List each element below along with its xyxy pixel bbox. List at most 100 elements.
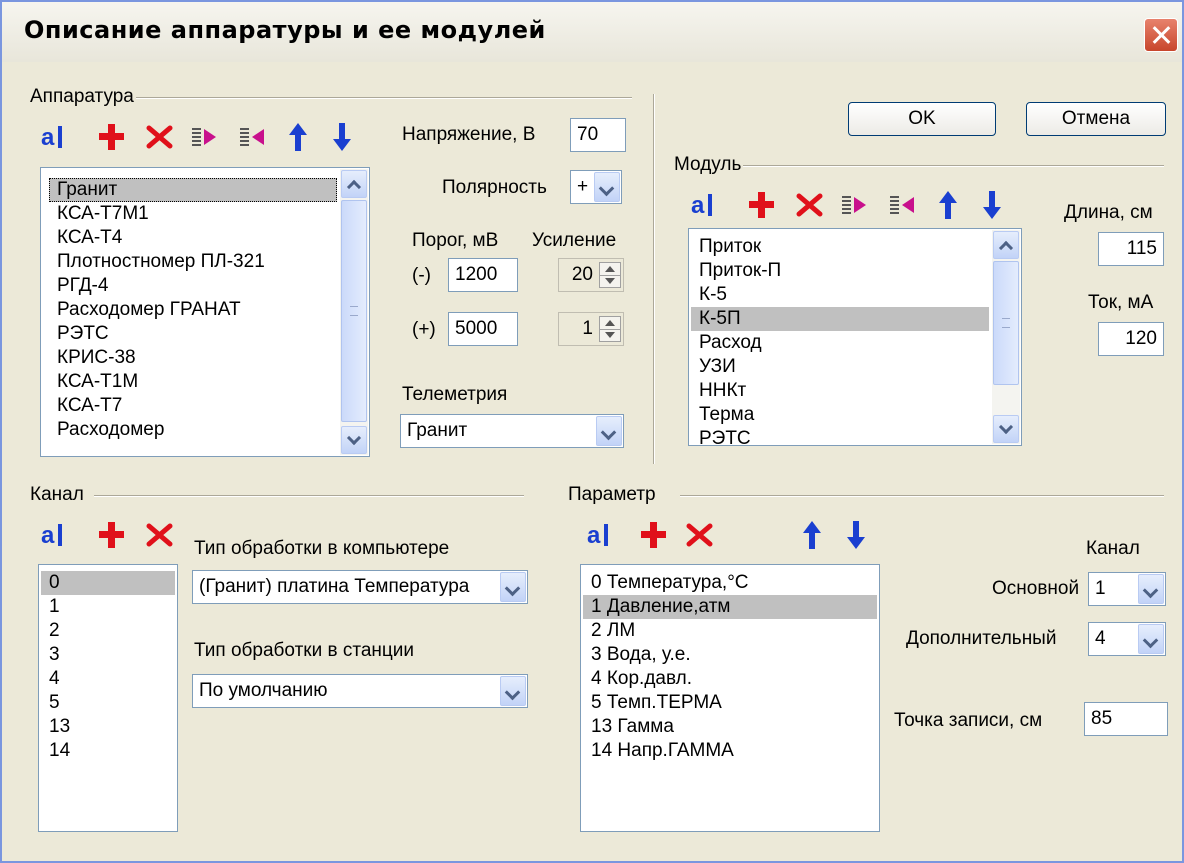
apparatus-group-label: Аппаратура (30, 86, 136, 108)
apparatus-list-item[interactable]: РГД-4 (49, 274, 337, 298)
module-list-item[interactable]: УЗИ (691, 355, 989, 379)
channel-list-item[interactable]: 14 (41, 739, 175, 763)
module-move-down-icon[interactable] (974, 188, 1010, 222)
module-export-icon[interactable] (884, 188, 920, 222)
apparatus-list-item[interactable]: КСА-Т1М (49, 370, 337, 394)
apparatus-import-icon[interactable] (186, 120, 222, 154)
module-list-item[interactable]: Приток-П (691, 259, 989, 283)
apparatus-add-icon[interactable] (94, 120, 130, 154)
module-list-scrollbar[interactable] (992, 230, 1020, 444)
apparatus-list-item[interactable]: КСА-Т7 (49, 394, 337, 418)
module-list-item[interactable]: Расход (691, 331, 989, 355)
apparatus-list-item[interactable]: Расходомер ГРАНАТ (49, 298, 337, 322)
scroll-up-icon[interactable] (993, 231, 1019, 259)
station-processing-select[interactable]: По умолчанию (192, 674, 528, 708)
gain-minus-spinner[interactable]: 20 (558, 258, 624, 292)
ok-button[interactable]: OK (848, 102, 996, 136)
channel-list-item[interactable]: 13 (41, 715, 175, 739)
length-input[interactable]: 115 (1098, 232, 1164, 266)
gain-plus-value: 1 (582, 318, 593, 339)
module-add-icon[interactable] (744, 188, 780, 222)
scroll-up-icon[interactable] (341, 170, 367, 198)
parameter-rename-icon[interactable]: a (584, 518, 620, 552)
channel-list[interactable]: 0 1 2 3 4 5 13 14 (38, 564, 178, 832)
polarity-select[interactable]: + (570, 170, 622, 204)
scroll-down-icon[interactable] (341, 426, 367, 454)
parameter-list-item[interactable]: 2 ЛМ (583, 619, 877, 643)
module-list-item[interactable]: К-5П (691, 307, 989, 331)
pc-processing-value: (Гранит) платина Температура (199, 576, 470, 597)
chevron-down-icon[interactable] (596, 416, 622, 446)
scroll-down-icon[interactable] (993, 415, 1019, 443)
channel-list-item[interactable]: 5 (41, 691, 175, 715)
record-point-input[interactable]: 85 (1084, 702, 1168, 736)
threshold-plus-input[interactable]: 5000 (448, 312, 518, 346)
scroll-thumb[interactable] (993, 261, 1019, 385)
parameter-add-icon[interactable] (636, 518, 672, 552)
apparatus-rename-icon[interactable]: a (38, 120, 74, 154)
parameter-list-item[interactable]: 5 Темп.ТЕРМА (583, 691, 877, 715)
parameter-list-item[interactable]: 14 Напр.ГАММА (583, 739, 877, 763)
channel-list-item[interactable]: 1 (41, 595, 175, 619)
channel-list-item[interactable]: 0 (41, 571, 175, 595)
apparatus-list[interactable]: Гранит КСА-Т7М1 КСА-Т4 Плотностномер ПЛ-… (40, 167, 370, 457)
parameter-list-item[interactable]: 3 Вода, у.е. (583, 643, 877, 667)
channel-list-item[interactable]: 3 (41, 643, 175, 667)
parameter-list-item[interactable]: 0 Температура,°С (583, 571, 877, 595)
chevron-down-icon[interactable] (500, 572, 526, 602)
apparatus-delete-icon[interactable] (142, 120, 178, 154)
module-list-item[interactable]: Терма (691, 403, 989, 427)
apparatus-list-item[interactable]: КСА-Т7М1 (49, 202, 337, 226)
parameter-list-item[interactable]: 1 Давление,атм (583, 595, 877, 619)
parameter-list-item[interactable]: 13 Гамма (583, 715, 877, 739)
channel-list-item[interactable]: 2 (41, 619, 175, 643)
spin-arrows-icon[interactable] (599, 316, 621, 342)
chevron-down-icon[interactable] (500, 676, 526, 706)
module-import-icon[interactable] (836, 188, 872, 222)
module-list-item[interactable]: Приток (691, 235, 989, 259)
parameter-move-up-icon[interactable] (794, 518, 830, 552)
apparatus-list-item[interactable]: КРИС-38 (49, 346, 337, 370)
voltage-input[interactable]: 70 (570, 118, 626, 152)
parameter-delete-icon[interactable] (682, 518, 718, 552)
apparatus-list-item[interactable]: Гранит (49, 178, 337, 202)
threshold-minus-input[interactable]: 1200 (448, 258, 518, 292)
module-move-up-icon[interactable] (930, 188, 966, 222)
apparatus-list-item[interactable]: Плотностномер ПЛ-321 (49, 250, 337, 274)
scroll-thumb[interactable] (341, 200, 367, 422)
module-rename-icon[interactable]: a (688, 188, 724, 222)
parameter-list[interactable]: 0 Температура,°С 1 Давление,атм 2 ЛМ 3 В… (580, 564, 880, 832)
apparatus-list-scrollbar[interactable] (340, 169, 368, 455)
module-list[interactable]: Приток Приток-П К-5 К-5П Расход УЗИ ННКт… (688, 228, 1022, 446)
apparatus-list-item[interactable]: Расходомер (49, 418, 337, 442)
channel-add-icon[interactable] (94, 518, 130, 552)
spin-arrows-icon[interactable] (599, 262, 621, 288)
module-list-item[interactable]: К-5 (691, 283, 989, 307)
channel-rename-icon[interactable]: a (38, 518, 74, 552)
apparatus-export-icon[interactable] (234, 120, 270, 154)
parameter-move-down-icon[interactable] (838, 518, 874, 552)
pc-processing-select[interactable]: (Гранит) платина Температура (192, 570, 528, 604)
extra-channel-select[interactable]: 4 (1088, 622, 1166, 656)
chevron-down-icon[interactable] (1138, 624, 1164, 654)
gain-plus-spinner[interactable]: 1 (558, 312, 624, 346)
cancel-button[interactable]: Отмена (1026, 102, 1166, 136)
telemetry-select[interactable]: Гранит (400, 414, 624, 448)
close-button[interactable] (1144, 18, 1178, 52)
apparatus-list-item[interactable]: КСА-Т4 (49, 226, 337, 250)
main-channel-select[interactable]: 1 (1088, 572, 1166, 606)
chevron-down-icon[interactable] (594, 172, 620, 202)
module-list-item[interactable]: ННКт (691, 379, 989, 403)
channel-list-item[interactable]: 4 (41, 667, 175, 691)
apparatus-list-item[interactable]: РЭТС (49, 322, 337, 346)
chevron-down-icon[interactable] (1138, 574, 1164, 604)
apparatus-move-up-icon[interactable] (280, 120, 316, 154)
module-list-item[interactable]: РЭТС (691, 427, 989, 445)
apparatus-move-down-icon[interactable] (324, 120, 360, 154)
module-delete-icon[interactable] (792, 188, 828, 222)
parameter-list-item[interactable]: 4 Кор.давл. (583, 667, 877, 691)
title-bar[interactable]: Описание аппаратуры и ее модулей (2, 2, 1182, 62)
client-area: Аппаратура a Гранит КСА-Т7М1 КСА-Т4 Плот… (10, 64, 1174, 854)
channel-delete-icon[interactable] (142, 518, 178, 552)
current-input[interactable]: 120 (1098, 322, 1164, 356)
